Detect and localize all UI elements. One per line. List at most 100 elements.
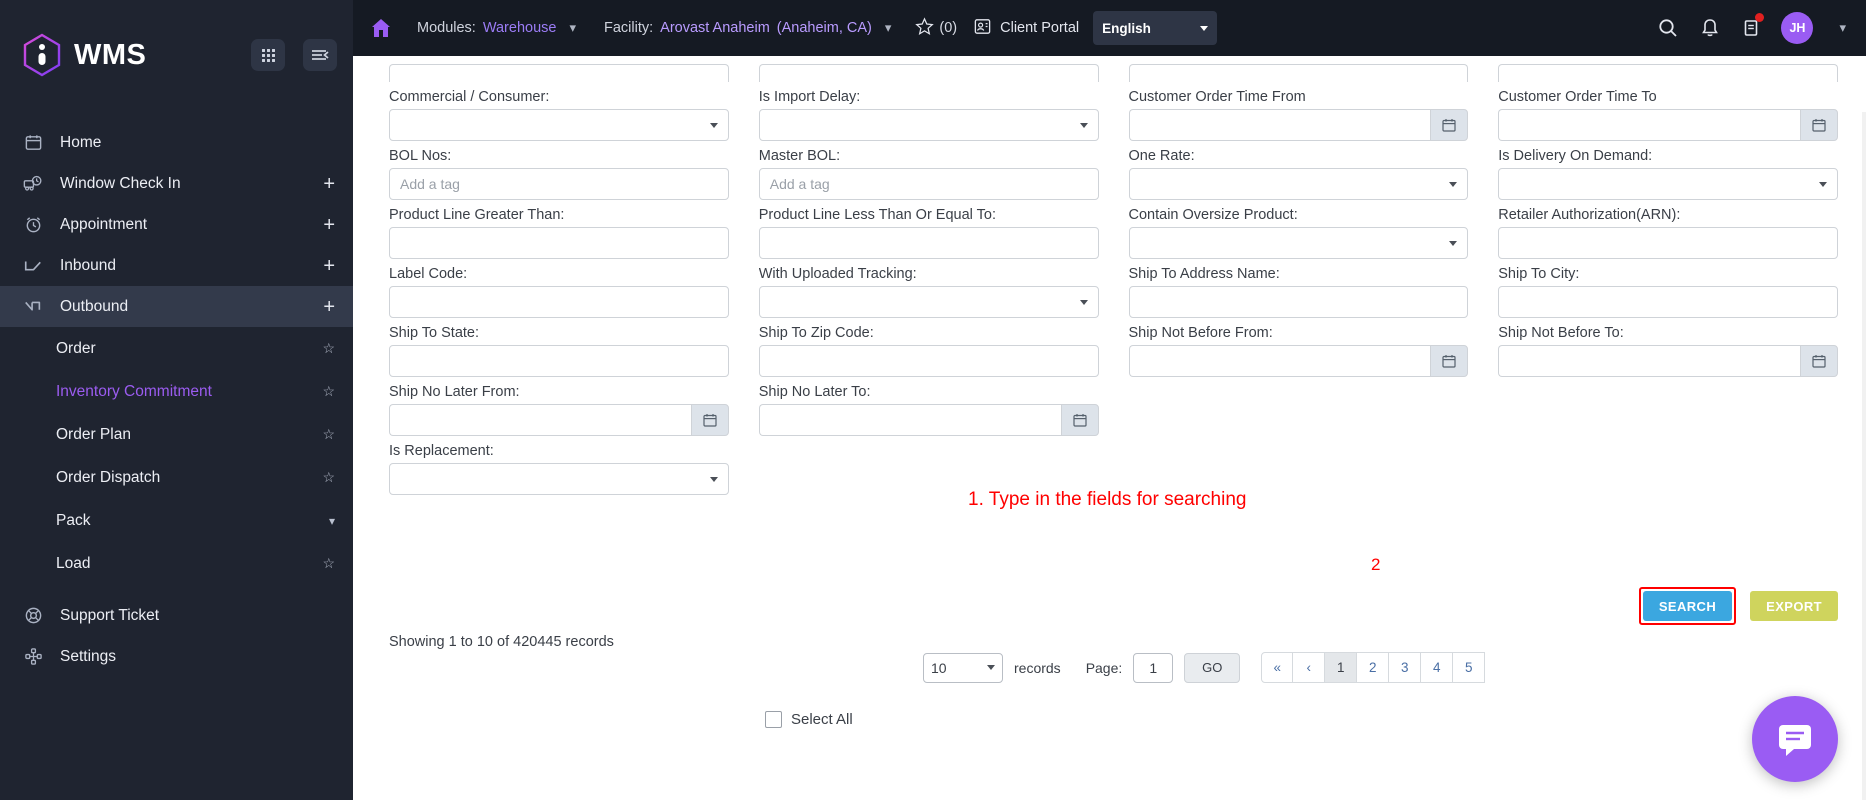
page-button-3[interactable]: 3 xyxy=(1389,652,1422,683)
commercial-consumer-select[interactable] xyxy=(389,109,729,141)
favorite-star-icon[interactable]: ☆ xyxy=(322,426,335,443)
retailer-authorization-input[interactable] xyxy=(1498,227,1838,259)
sidebar-item-settings[interactable]: Settings xyxy=(0,636,353,677)
label-code-input[interactable] xyxy=(389,286,729,318)
page-button-5[interactable]: 5 xyxy=(1453,652,1486,683)
add-appointment-icon[interactable]: + xyxy=(323,215,335,235)
date-input[interactable] xyxy=(1128,345,1431,377)
ship-to-state-input[interactable] xyxy=(389,345,729,377)
go-button[interactable]: GO xyxy=(1184,652,1241,683)
customer-order-time-from-field[interactable] xyxy=(1128,109,1469,141)
bell-icon[interactable] xyxy=(1699,17,1721,39)
calendar-icon[interactable] xyxy=(1430,109,1469,141)
sidebar-subitem-label: Pack xyxy=(56,511,91,529)
page-button-4[interactable]: 4 xyxy=(1421,652,1454,683)
chat-bubble-icon[interactable] xyxy=(1752,696,1838,782)
search-icon[interactable] xyxy=(1657,17,1679,39)
collapse-menu-icon[interactable] xyxy=(303,39,337,71)
ship-no-later-from-field[interactable] xyxy=(389,404,729,436)
chevron-down-icon[interactable]: ▾ xyxy=(1833,20,1852,36)
export-button[interactable]: EXPORT xyxy=(1750,591,1838,621)
sidebar-subitem-load[interactable]: Load ☆ xyxy=(0,542,353,585)
date-input[interactable] xyxy=(1498,345,1800,377)
product-line-greater-than-input[interactable] xyxy=(389,227,729,259)
form-actions: SEARCH EXPORT xyxy=(1638,587,1838,625)
search-button[interactable]: SEARCH xyxy=(1642,591,1733,621)
chevron-down-icon[interactable]: ▾ xyxy=(329,514,335,528)
add-window-check-in-icon[interactable]: + xyxy=(323,174,335,194)
clipped-field-top[interactable] xyxy=(758,64,1099,82)
add-inbound-icon[interactable]: + xyxy=(323,256,335,276)
sidebar-subitem-pack[interactable]: Pack ▾ xyxy=(0,499,353,542)
favorites-button[interactable]: (0) xyxy=(915,16,957,40)
calendar-icon[interactable] xyxy=(1060,404,1099,436)
with-uploaded-tracking-select[interactable] xyxy=(758,286,1099,318)
date-input[interactable] xyxy=(758,404,1061,436)
facility-location: (Anaheim, CA) xyxy=(776,20,872,36)
favorite-star-icon[interactable]: ☆ xyxy=(322,340,335,357)
chevron-down-icon[interactable]: ▾ xyxy=(879,20,898,36)
page-first-button[interactable]: « xyxy=(1261,652,1294,683)
sidebar-subitem-order[interactable]: Order ☆ xyxy=(0,327,353,370)
sidebar-subitem-order-plan[interactable]: Order Plan ☆ xyxy=(0,413,353,456)
note-icon[interactable] xyxy=(1741,13,1765,39)
wms-logo-icon xyxy=(22,33,62,77)
page-button-2[interactable]: 2 xyxy=(1357,652,1390,683)
sidebar-subitem-inventory-commitment[interactable]: Inventory Commitment ☆ xyxy=(0,370,353,413)
modules-selector[interactable]: Modules: Warehouse ▾ xyxy=(417,20,582,36)
sidebar-item-support-ticket[interactable]: Support Ticket xyxy=(0,595,353,636)
sidebar-item-window-check-in[interactable]: Window Check In + xyxy=(0,163,353,204)
date-input[interactable] xyxy=(1498,109,1800,141)
add-outbound-icon[interactable]: + xyxy=(323,297,335,317)
facility-selector[interactable]: Facility: Arovast Anaheim (Anaheim, CA) … xyxy=(604,20,897,36)
client-portal-button[interactable]: Client Portal xyxy=(973,17,1079,40)
is-import-delay-select[interactable] xyxy=(758,109,1099,141)
date-input[interactable] xyxy=(389,404,691,436)
clipped-field-top[interactable] xyxy=(1128,64,1469,82)
page-button-1[interactable]: 1 xyxy=(1325,652,1358,683)
select-all-row[interactable]: Select All xyxy=(765,711,853,728)
home-icon[interactable] xyxy=(353,16,409,40)
master-bol-input[interactable]: Add a tag xyxy=(758,168,1099,200)
language-selector[interactable]: English xyxy=(1093,11,1218,45)
form-row: Ship No Later From: Ship No Later To: xyxy=(389,377,1838,436)
bol-nos-input[interactable]: Add a tag xyxy=(389,168,729,200)
customer-order-time-to-field[interactable] xyxy=(1498,109,1838,141)
ship-no-later-to-field[interactable] xyxy=(758,404,1099,436)
chevron-down-icon xyxy=(709,476,718,482)
sidebar-item-inbound[interactable]: Inbound + xyxy=(0,245,353,286)
clipped-field-top[interactable] xyxy=(389,64,729,82)
ship-not-before-to-field[interactable] xyxy=(1498,345,1838,377)
page-prev-button[interactable]: ‹ xyxy=(1293,652,1326,683)
page-size-select[interactable]: 10 xyxy=(923,652,1003,683)
is-delivery-on-demand-select[interactable] xyxy=(1498,168,1838,200)
favorite-star-icon[interactable]: ☆ xyxy=(322,555,335,572)
sidebar-item-appointment[interactable]: Appointment + xyxy=(0,204,353,245)
calendar-icon[interactable] xyxy=(1800,345,1838,377)
calendar-icon[interactable] xyxy=(690,404,729,436)
product-line-less-than-or-equal-input[interactable] xyxy=(758,227,1099,259)
favorite-star-icon[interactable]: ☆ xyxy=(322,469,335,486)
ship-to-city-input[interactable] xyxy=(1498,286,1838,318)
field-label: Product Line Greater Than: xyxy=(389,207,565,223)
date-input[interactable] xyxy=(1128,109,1431,141)
select-all-checkbox[interactable] xyxy=(765,711,782,728)
grid-apps-icon[interactable] xyxy=(251,39,285,71)
is-replacement-select[interactable] xyxy=(389,463,729,495)
favorite-star-icon[interactable]: ☆ xyxy=(322,383,335,400)
calendar-icon[interactable] xyxy=(1800,109,1838,141)
avatar[interactable]: JH xyxy=(1781,12,1814,44)
ship-to-zip-code-input[interactable] xyxy=(758,345,1099,377)
contain-oversize-product-select[interactable] xyxy=(1128,227,1469,259)
chevron-down-icon[interactable]: ▾ xyxy=(563,20,582,36)
ship-not-before-from-field[interactable] xyxy=(1128,345,1469,377)
sidebar-item-home[interactable]: Home xyxy=(0,122,353,163)
clipped-field-top[interactable] xyxy=(1498,64,1838,82)
sidebar-item-outbound[interactable]: Outbound + xyxy=(0,286,353,327)
one-rate-select[interactable] xyxy=(1128,168,1469,200)
scrollbar-track[interactable] xyxy=(1862,112,1866,800)
sidebar-subitem-order-dispatch[interactable]: Order Dispatch ☆ xyxy=(0,456,353,499)
ship-to-address-name-input[interactable] xyxy=(1128,286,1469,318)
calendar-icon[interactable] xyxy=(1430,345,1469,377)
page-number-input[interactable]: 1 xyxy=(1133,652,1174,683)
